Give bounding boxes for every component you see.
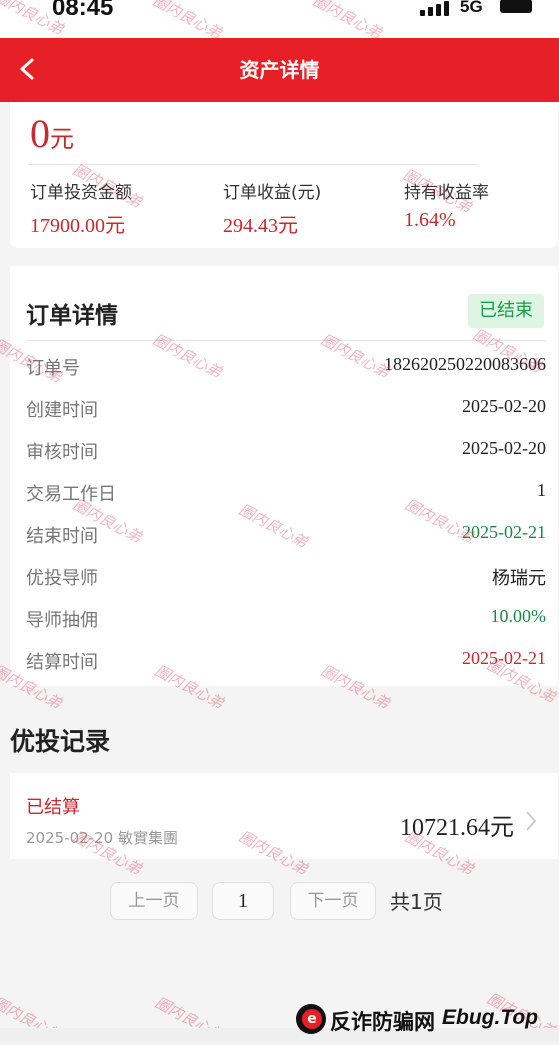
detail-key: 结束时间 [26,526,98,547]
detail-value: 杨瑞元 [492,568,546,589]
detail-key: 订单号 [26,358,80,379]
logo-brand-text: 反诈防骗网 [330,1010,435,1034]
current-page[interactable]: 1 [212,882,274,920]
detail-value: 2025-02-20 [462,438,546,458]
status-time: 08:45 [52,0,114,21]
detail-value: 10.00% [490,606,547,626]
signal-icon [420,0,454,16]
status-bar: 08:45 5G [0,0,559,38]
network-type: 5G [460,0,483,16]
detail-key: 结算时间 [26,652,98,673]
detail-key: 创建时间 [26,400,98,421]
detail-value: 1826202502200836​06 [384,354,546,374]
nav-bar: 资产详情 [0,38,559,102]
detail-row-commission: 导师抽佣 10.00% [26,598,546,640]
stat-value: 294.43元 [223,215,298,237]
stat-value: 17900.00元 [30,215,125,237]
logo-domain-text: Ebug.Top [442,1006,539,1029]
detail-key: 交易工作日 [26,484,116,505]
detail-row-settle-time: 结算时间 2025-02-21 [26,640,546,682]
pagination: 上一页 1 下一页 共1页 [110,882,550,920]
detail-value: 2025-02-20 [462,396,546,416]
detail-key: 优投导师 [26,568,98,589]
stat-label: 持有收益率 [404,183,489,203]
order-details-card: 订单详情 已结束 订单号 1826202502200836​06 创建时间 20… [10,266,558,686]
total-pages: 共1页 [390,890,443,914]
detail-value: 1 [537,480,546,500]
stat-value: 1.64% [404,209,456,231]
total-amount: 0元 [30,110,74,157]
stat-invest-amount: 订单投资金额 17900.00元 [30,178,132,238]
detail-row-order-no: 订单号 1826202502200836​06 [26,346,546,388]
next-page-button[interactable]: 下一页 [290,882,376,920]
record-amount: 10721.64元 [400,815,514,841]
detail-value: 2025-02-21 [462,648,546,668]
site-logo: e 反诈防骗网 Ebug.Top [296,1002,558,1042]
chevron-right-icon [526,811,537,831]
record-item[interactable]: 已结算 2025-02-20 敏實集團 10721.64元 [10,773,558,859]
detail-key: 审核时间 [26,442,98,463]
detail-row-mentor: 优投导师 杨瑞元 [26,556,546,598]
stat-label: 订单投资金额 [30,183,132,203]
record-status: 已结算 [26,797,80,818]
status-badge: 已结束 [468,294,544,328]
stat-order-income: 订单收益(元) 294.43元 [223,178,321,238]
divider [28,164,478,165]
section-title: 订单详情 [26,303,118,329]
divider [26,340,546,341]
detail-key: 导师抽佣 [26,610,98,631]
page-title: 资产详情 [239,58,320,82]
total-amount-unit: 元 [50,127,74,153]
asset-summary-card: 0元 订单投资金额 17900.00元 订单收益(元) 294.43元 持有收益… [10,102,558,248]
logo-badge-icon: e [296,1004,326,1034]
total-amount-value: 0 [30,111,50,156]
detail-row-reviewed: 审核时间 2025-02-20 [26,430,546,472]
prev-page-button[interactable]: 上一页 [110,882,198,920]
stat-yield-rate: 持有收益率 1.64% [404,178,489,232]
battery-icon [500,0,532,13]
detail-value: 2025-02-21 [462,522,546,542]
records-title: 优投记录 [10,727,111,756]
detail-row-trading-days: 交易工作日 1 [26,472,546,514]
detail-row-end-time: 结束时间 2025-02-21 [26,514,546,556]
record-meta: 2025-02-20 敏實集團 [26,829,178,847]
detail-row-created: 创建时间 2025-02-20 [26,388,546,430]
stat-label: 订单收益(元) [223,183,322,203]
